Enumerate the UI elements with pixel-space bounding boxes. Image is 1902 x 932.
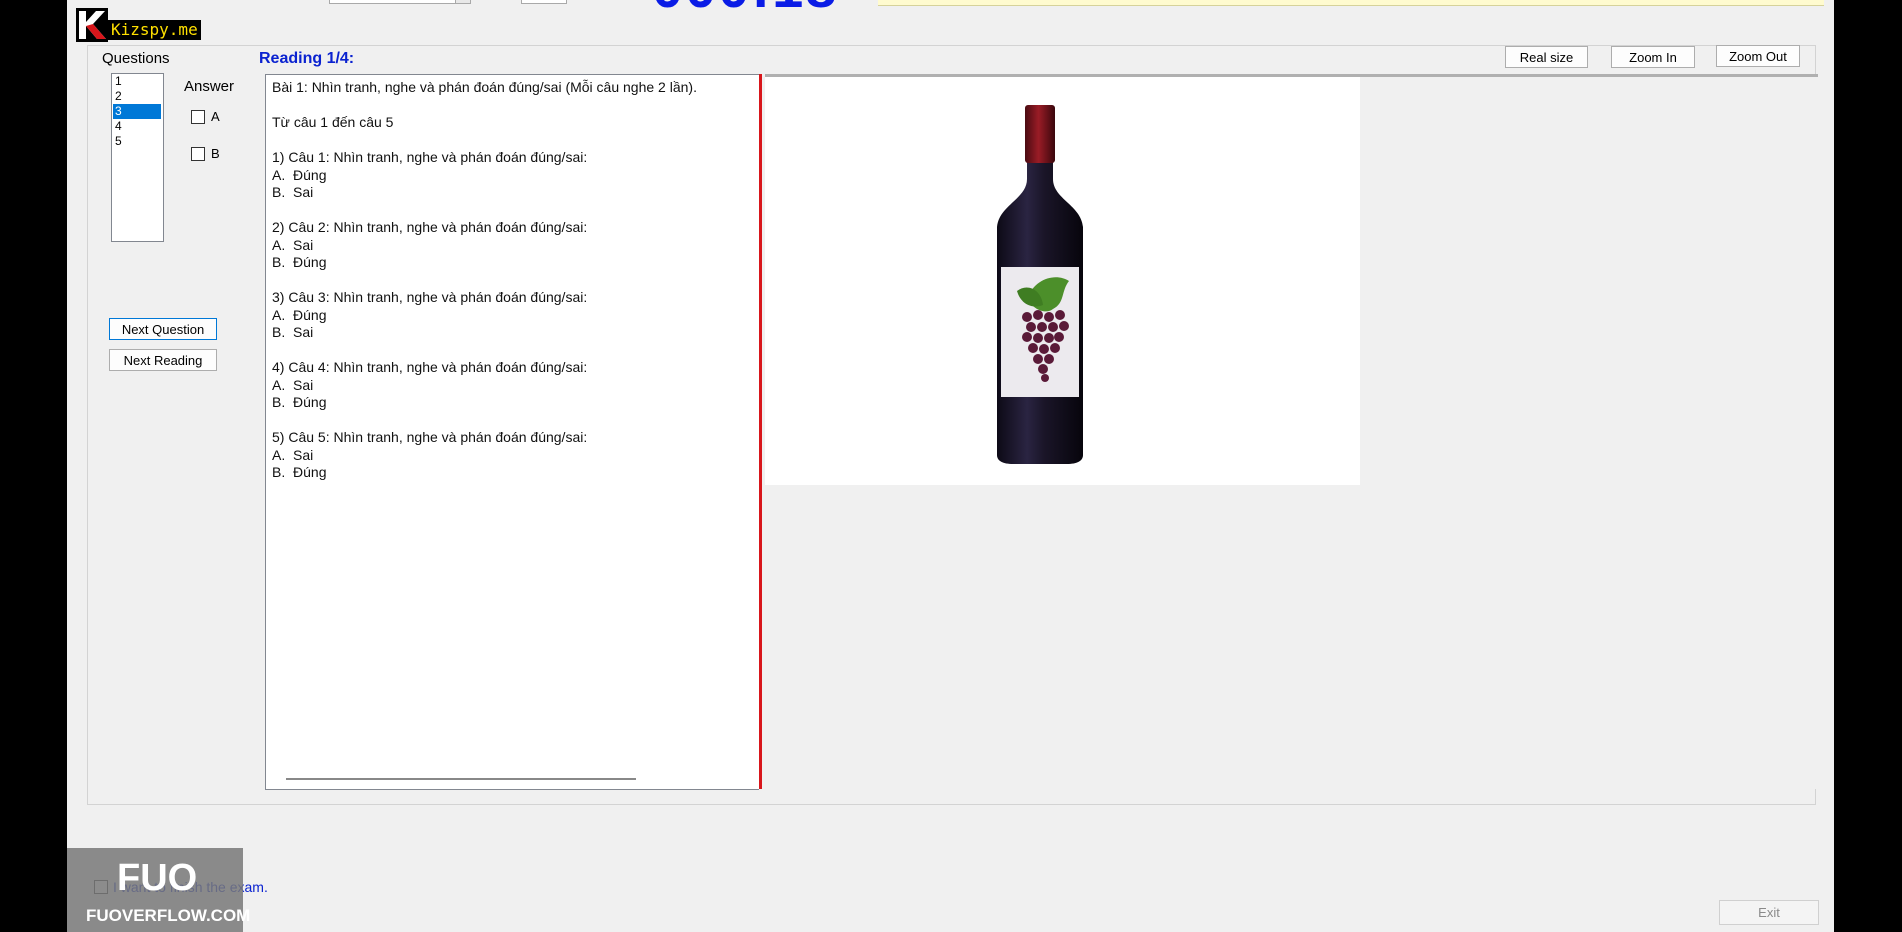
answer-b-label: B <box>211 146 220 161</box>
question-item-selected[interactable]: 3 <box>113 104 161 119</box>
horizontal-scrollbar[interactable] <box>286 778 636 780</box>
answer-option-a[interactable]: A <box>191 109 220 124</box>
question-item[interactable]: 1 <box>113 74 161 89</box>
questions-label: Questions <box>102 50 170 67</box>
watermark-top-left: Kizspy.me <box>76 8 201 42</box>
answer-b-checkbox[interactable] <box>191 146 205 161</box>
reading-content: Bài 1: Nhìn tranh, nghe và phán đoán đún… <box>272 79 697 480</box>
answer-a-label: A <box>211 109 220 124</box>
image-panel <box>765 74 1818 789</box>
zoom-in-button[interactable]: Zoom In <box>1611 46 1695 68</box>
next-reading-button[interactable]: Next Reading <box>109 349 217 371</box>
question-item[interactable]: 4 <box>113 119 161 134</box>
reading-label: Reading 1/4: <box>259 50 355 67</box>
answer-option-b[interactable]: B <box>191 146 220 161</box>
splitter-bar[interactable] <box>759 74 762 789</box>
answer-a-checkbox[interactable] <box>191 109 205 124</box>
wine-bottle-image <box>997 105 1083 464</box>
exit-button[interactable]: Exit <box>1719 900 1819 925</box>
question-item[interactable]: 5 <box>113 134 161 149</box>
question-item[interactable]: 2 <box>113 89 161 104</box>
real-size-button[interactable]: Real size <box>1505 46 1588 68</box>
answer-label: Answer <box>184 78 235 95</box>
countdown-timer: 000:18 <box>652 0 838 16</box>
watermark-bottom-text: FUOVERFLOW.COM <box>86 906 251 925</box>
zoom-out-button[interactable]: Zoom Out <box>1716 45 1800 67</box>
top-status-band <box>878 0 1824 6</box>
fuo-logo-icon: FUO <box>117 857 197 896</box>
questions-listbox[interactable]: 1 2 3 4 5 <box>111 73 164 242</box>
watermark-text: Kizspy.me <box>108 20 201 40</box>
top-small-field[interactable] <box>521 0 567 4</box>
exam-window: 000:18 Questions Reading 1/4: 1 2 3 4 5 … <box>67 0 1834 932</box>
svg-text:FUO: FUO <box>117 857 197 896</box>
question-image <box>765 77 1360 485</box>
top-combo-box[interactable] <box>329 0 471 4</box>
watermark-bottom-left: FUO FUOVERFLOW.COM <box>67 848 250 932</box>
k-logo-icon <box>76 8 108 42</box>
reading-textbox[interactable]: Bài 1: Nhìn tranh, nghe và phán đoán đún… <box>265 74 759 790</box>
next-question-button[interactable]: Next Question <box>109 318 217 340</box>
